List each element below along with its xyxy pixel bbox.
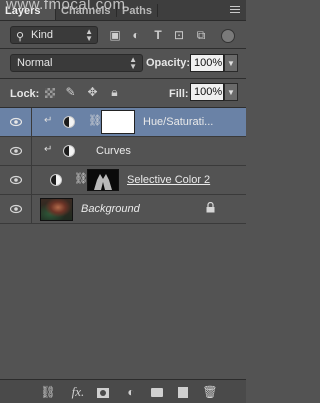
layer-name: Hue/Saturati...	[143, 116, 214, 128]
layer-name: Curves	[96, 145, 131, 157]
fill-input[interactable]: 100%	[190, 83, 224, 101]
layer-row-selective-color[interactable]: ⛓ Selective Color 2	[0, 166, 246, 195]
fx-icon[interactable]: fx.	[70, 384, 86, 400]
blend-mode-select[interactable]: Normal ▲ ▼	[10, 54, 143, 72]
layers-bottom-toolbar: ⛓ fx. ◐ 🗑︎	[0, 379, 246, 403]
divider	[0, 78, 246, 79]
new-layer-icon[interactable]	[175, 384, 191, 400]
adjustment-layer-icon[interactable]	[50, 174, 62, 186]
layer-row-background[interactable]: Background	[0, 195, 246, 224]
stepper-arrows-icon: ▲ ▼	[129, 55, 137, 71]
lock-image-pixels-icon[interactable]: ✎	[63, 85, 78, 100]
trash-icon[interactable]: 🗑︎	[202, 384, 218, 400]
clipping-arrow-icon: ↵	[44, 144, 53, 155]
layer-row-hue-saturation[interactable]: ↵ ⛓ Hue/Saturati...	[0, 108, 246, 137]
mask-link-icon[interactable]: ⛓	[88, 114, 102, 127]
opacity-label: Opacity:	[146, 57, 191, 69]
visibility-eye-icon[interactable]	[0, 137, 32, 165]
fill-dropdown-button[interactable]: ▼	[224, 83, 238, 101]
opacity-input[interactable]: 100%	[190, 54, 224, 72]
layer-mask-thumbnail[interactable]	[102, 111, 134, 133]
opacity-dropdown-button[interactable]: ▼	[224, 54, 238, 72]
lock-transparent-pixels-icon[interactable]	[42, 85, 57, 100]
add-mask-icon[interactable]	[95, 384, 111, 400]
lock-all-icon[interactable]: 🔒︎	[107, 85, 122, 100]
visibility-eye-icon[interactable]	[0, 166, 32, 194]
tab-separator	[157, 4, 158, 17]
shape-filter-icon[interactable]: ⊡	[172, 28, 186, 42]
mask-link-icon[interactable]: ⛓	[74, 172, 88, 185]
search-icon: ⚲	[16, 31, 25, 43]
image-filter-icon[interactable]: ▣	[108, 28, 122, 42]
lock-icon	[206, 201, 215, 216]
adjustment-filter-icon[interactable]: ◐	[129, 28, 143, 42]
fill-label: Fill:	[169, 88, 189, 100]
layer-mask-thumbnail[interactable]	[87, 169, 119, 191]
link-layers-icon[interactable]: ⛓	[40, 384, 56, 400]
filter-kind-select[interactable]: ⚲ Kind ▲ ▼	[10, 26, 98, 44]
clipping-arrow-icon: ↵	[44, 115, 53, 126]
smart-object-filter-icon[interactable]: ⧉	[194, 28, 208, 42]
layer-name: Background	[81, 203, 140, 215]
layer-row-curves[interactable]: ↵ Curves	[0, 137, 246, 166]
adjustment-layer-icon[interactable]	[63, 145, 75, 157]
filter-toggle-icon[interactable]	[219, 28, 237, 43]
lock-label: Lock:	[10, 88, 40, 100]
divider	[0, 48, 246, 49]
new-adjustment-icon[interactable]: ◐	[123, 384, 139, 400]
new-group-icon[interactable]	[149, 384, 165, 400]
watermark: www.fmocal.com	[6, 0, 126, 13]
filter-kind-label: Kind	[31, 29, 54, 41]
panel-menu-icon[interactable]	[230, 6, 240, 14]
lock-position-icon[interactable]: ✥	[85, 85, 100, 100]
stepper-arrows-icon: ▲ ▼	[85, 27, 93, 43]
visibility-eye-icon[interactable]	[0, 108, 32, 136]
visibility-eye-icon[interactable]	[0, 195, 32, 223]
blend-mode-value: Normal	[17, 57, 53, 69]
layer-name: Selective Color 2	[127, 174, 211, 186]
layer-thumbnail[interactable]	[40, 198, 73, 221]
adjustment-layer-icon[interactable]	[63, 116, 75, 128]
type-filter-icon[interactable]: T	[151, 28, 165, 42]
